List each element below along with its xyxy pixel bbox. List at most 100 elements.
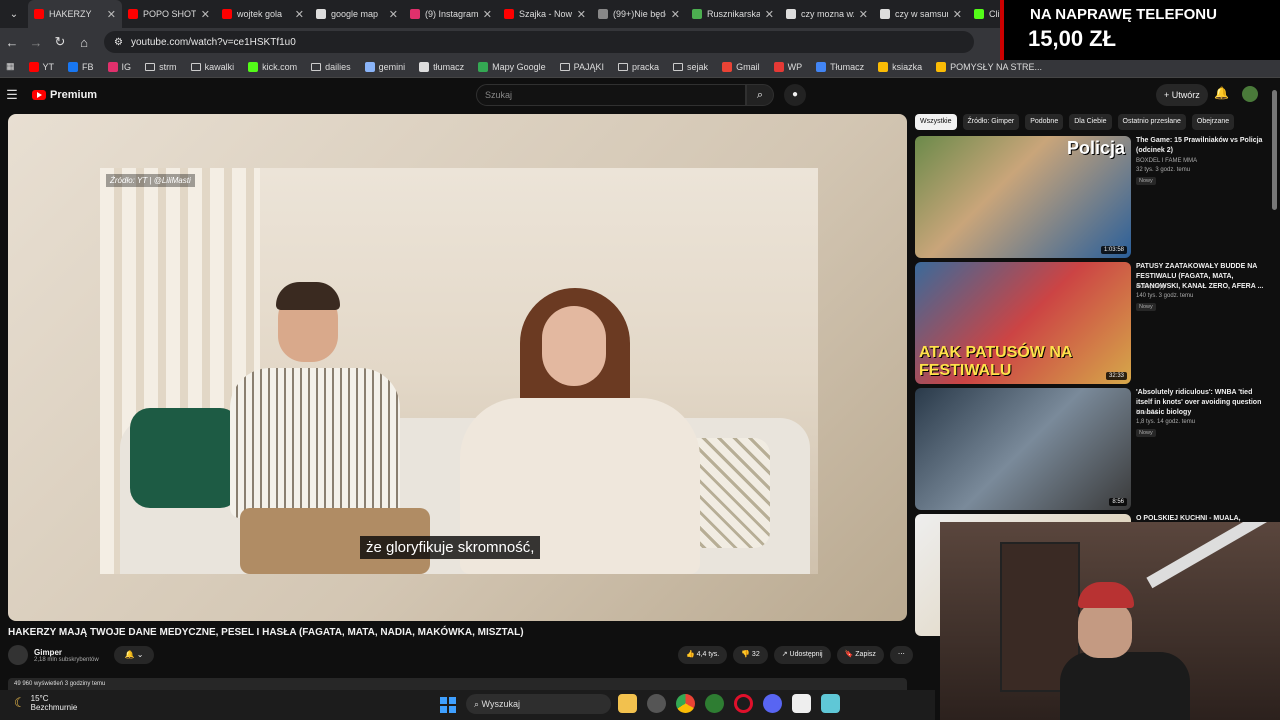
recommendation-card[interactable]: ATAK PATUSÓW NA FESTIWALU 32:33 PATUSY ZAA…: [915, 262, 1275, 384]
more-icon[interactable]: ⋯: [889, 646, 913, 664]
bookmark-item[interactable]: kawalki: [190, 62, 234, 72]
scrollbar[interactable]: [1272, 90, 1277, 210]
channel-name[interactable]: Gimper: [34, 648, 99, 657]
notification-bell-button[interactable]: 🔔 ⌄: [114, 646, 154, 664]
weather-widget[interactable]: ☾ 15°C Bezchmurnie: [14, 694, 77, 712]
bookmark-item[interactable]: strm: [145, 62, 177, 72]
browser-tab[interactable]: czy mozna wziac ✕: [780, 0, 874, 28]
bookmark-item[interactable]: Mapy Google: [478, 61, 546, 72]
channel-info[interactable]: Gimper 2,18 mln subskrybentów: [8, 645, 99, 665]
video-thumbnail[interactable]: ATAK PATUSÓW NA FESTIWALU 32:33: [915, 262, 1131, 384]
taskbar-search[interactable]: ⌕ Wyszukaj: [466, 694, 611, 714]
capcut-icon[interactable]: [792, 694, 811, 713]
back-icon[interactable]: ←: [0, 35, 24, 50]
close-icon[interactable]: ✕: [859, 8, 868, 21]
close-icon[interactable]: ✕: [953, 8, 962, 21]
youtube-logo[interactable]: Premium: [32, 89, 97, 101]
shield-app-icon[interactable]: [705, 694, 724, 713]
bookmark-item[interactable]: Gmail: [722, 61, 760, 72]
tab-title: POPO SHOT: [143, 9, 196, 19]
video-player[interactable]: Źródło: YT | @LiliMasti że gloryfikuje s…: [8, 114, 907, 621]
filter-chip[interactable]: Podobne: [1025, 114, 1064, 130]
browser-tab[interactable]: google map ✕: [310, 0, 404, 28]
close-icon[interactable]: ✕: [577, 8, 586, 21]
channel-avatar[interactable]: [8, 645, 28, 665]
microphone-icon[interactable]: ●: [784, 84, 806, 106]
dislike-count: 32: [751, 651, 760, 658]
browser-tab[interactable]: (99+)Nie będę u ✕: [592, 0, 686, 28]
bookmark-item[interactable]: sejak: [673, 62, 708, 72]
bookmark-item[interactable]: YT: [28, 61, 54, 72]
chrome-icon[interactable]: [676, 694, 695, 713]
bookmark-item[interactable]: gemini: [364, 61, 405, 72]
site-info-icon[interactable]: ⚙: [114, 37, 123, 48]
close-icon[interactable]: ✕: [295, 8, 304, 21]
create-button[interactable]: + Utwórz: [1156, 84, 1208, 106]
close-icon[interactable]: ✕: [483, 8, 492, 21]
bookmark-item[interactable]: dailies: [311, 62, 351, 72]
tab-favicon-icon: [974, 9, 984, 19]
browser-tab[interactable]: czy w samsungu ✕: [874, 0, 968, 28]
recommendation-title[interactable]: The Game: 15 Prawilniaków vs Policja (od…: [1136, 136, 1266, 156]
recommendation-card[interactable]: Policja 1:03:58 The Game: 15 Prawilniaków …: [915, 136, 1275, 258]
opera-icon[interactable]: [734, 694, 753, 713]
bookmark-item[interactable]: PAJĄKI: [559, 61, 605, 72]
bookmark-label: FB: [82, 61, 94, 72]
bell-icon[interactable]: 🔔: [1214, 86, 1229, 100]
home-icon[interactable]: ⌂: [72, 35, 96, 50]
bookmark-item[interactable]: POMYSŁY NA STRE...: [936, 61, 1042, 72]
filter-chip[interactable]: Źródło: Gimper: [962, 114, 1020, 130]
close-icon[interactable]: ✕: [765, 8, 774, 21]
bookmark-item[interactable]: WP: [773, 61, 803, 72]
discord-icon[interactable]: [763, 694, 782, 713]
avatar[interactable]: [1242, 86, 1258, 102]
browser-tab[interactable]: POPO SHOT ✕: [122, 0, 216, 28]
video-thumbnail[interactable]: Policja 1:03:58: [915, 136, 1131, 258]
search-input[interactable]: Szukaj: [476, 84, 746, 106]
recommendation-card[interactable]: 8:56 'Absolutely ridiculous': WNBA 'tied …: [915, 388, 1275, 510]
file-explorer-icon[interactable]: [618, 694, 637, 713]
reload-icon[interactable]: ↻: [48, 34, 72, 50]
bookmark-item[interactable]: FB: [68, 61, 94, 72]
recommendation-channel[interactable]: BOXDEL I FAME MMA: [1136, 158, 1197, 164]
close-icon[interactable]: ✕: [389, 8, 398, 21]
browser-tab[interactable]: (9) Instagram ✕: [404, 0, 498, 28]
save-button[interactable]: 🔖 Zapisz: [836, 646, 884, 664]
new-badge: Nowy: [1136, 303, 1156, 311]
weather-label: Bezchmurnie: [30, 703, 78, 712]
browser-tab[interactable]: HAKERZY ✕: [28, 0, 122, 28]
video-thumbnail[interactable]: 8:56: [915, 388, 1131, 510]
apps-icon[interactable]: ▦: [6, 61, 15, 72]
bookmark-item[interactable]: pracka: [618, 62, 659, 72]
like-button[interactable]: 👍 4,4 tys.: [678, 646, 728, 664]
dislike-button[interactable]: 👎 32: [733, 646, 768, 664]
browser-tab[interactable]: wojtek gola ✕: [216, 0, 310, 28]
tab-search-icon[interactable]: ⌄: [0, 9, 28, 20]
share-button[interactable]: ↗ Udostępnij: [773, 646, 831, 664]
bookmark-item[interactable]: IG: [107, 61, 131, 72]
search-icon[interactable]: ⌕: [746, 84, 774, 106]
windows-start-icon[interactable]: [440, 697, 456, 713]
bookmark-label: WP: [787, 61, 803, 72]
bookmark-item[interactable]: kick.com: [248, 61, 297, 72]
close-icon[interactable]: ✕: [107, 8, 116, 21]
browser-tab[interactable]: Szajka - Nowa H ✕: [498, 0, 592, 28]
url-bar[interactable]: ⚙ youtube.com/watch?v=ce1HSKTf1u0: [104, 31, 974, 53]
menu-icon[interactable]: ☰: [0, 87, 24, 103]
recommendation-channel[interactable]: News24: [1136, 410, 1158, 416]
close-icon[interactable]: ✕: [671, 8, 680, 21]
bookmark-item[interactable]: ksiazka: [878, 61, 922, 72]
bookmark-item[interactable]: Tłumacz: [816, 61, 864, 72]
browser-tab[interactable]: Rusznikarska-De ✕: [686, 0, 780, 28]
bookmark-item[interactable]: tłumacz: [419, 61, 464, 72]
filter-chip[interactable]: Wszystkie: [915, 114, 957, 130]
app-icon[interactable]: [647, 694, 666, 713]
filter-chip[interactable]: Obejrzane: [1191, 114, 1235, 130]
filter-chip[interactable]: Ostatnio przesłane: [1117, 114, 1186, 130]
notepad-icon[interactable]: [821, 694, 840, 713]
recommendation-channel[interactable]: Konopskyy: [1136, 284, 1165, 290]
forward-icon[interactable]: →: [24, 35, 48, 50]
bookmark-label: PAJĄKI: [573, 61, 605, 72]
close-icon[interactable]: ✕: [201, 8, 210, 21]
filter-chip[interactable]: Dla Ciebie: [1069, 114, 1112, 130]
